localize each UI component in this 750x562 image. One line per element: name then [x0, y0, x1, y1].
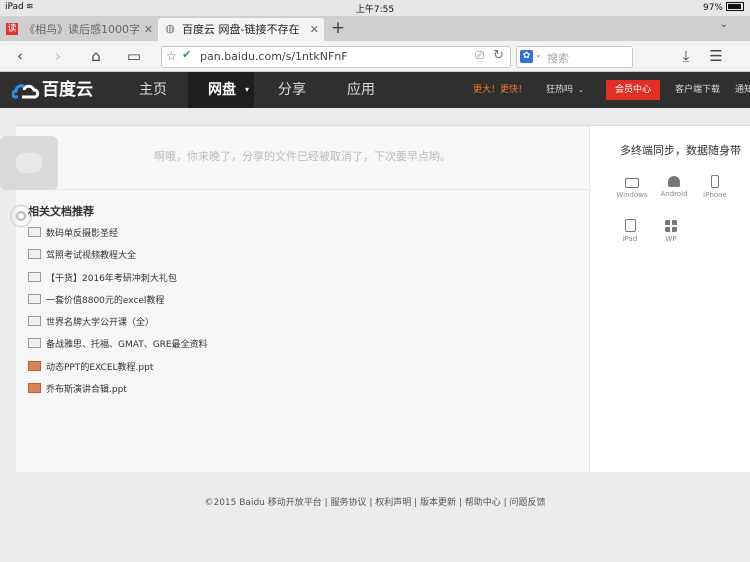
nav-apps[interactable]: 应用 [330, 72, 392, 108]
main-column: 啊哦，你来晚了，分享的文件已经被取消了，下次要早点哟。 相关文档推荐 数码单反摄… [16, 126, 590, 472]
list-item[interactable]: 备战雅思、托福、GMAT、GRE最全资料 [28, 337, 208, 359]
platform-label: Windows [616, 191, 648, 199]
secure-shield-icon: ✔ [182, 48, 192, 61]
doc-title[interactable]: 世界名牌大学公开课（全） [46, 318, 154, 328]
battery-icon [726, 2, 744, 11]
ppt-file-icon [28, 360, 41, 371]
nav-home[interactable]: 主页 [122, 72, 184, 108]
battery-percent: 97% [702, 3, 723, 13]
platform-ipad[interactable]: iPad [610, 219, 650, 243]
tab-strip: 读 《相鸟》读后感1000字 ✕ ◍ 百度云 网盘-链接不存在 ✕ [0, 16, 750, 41]
platform-android[interactable]: Android [654, 176, 694, 198]
client-download-link[interactable]: 客户端下载 [675, 72, 720, 108]
divider [16, 189, 589, 190]
site-header: 百度云 主页 网盘 ▾ 分享 应用 更大！更快！ 狂热吗 ⌄ 会员中心 客户端下载 … [0, 72, 750, 108]
list-item[interactable]: 动态PPT的EXCEL教程.ppt [28, 360, 208, 382]
document-icon [28, 249, 41, 260]
platform-label: Android [660, 190, 688, 198]
ppt-file-icon [28, 383, 41, 394]
clock: 上午7:55 [355, 5, 395, 15]
hot-chevron-icon: ⌄ [578, 86, 584, 94]
cloud-logo-icon [12, 84, 40, 99]
url-text[interactable]: pan.baidu.com/s/1ntkNFnF [200, 50, 348, 63]
doc-title[interactable]: 乔布斯演讲合辑.ppt [46, 385, 127, 395]
globe-icon: ◍ [165, 22, 175, 35]
search-box[interactable]: ✿ ⌄ 搜索 [516, 46, 633, 68]
back-button[interactable]: ‹ [10, 46, 30, 66]
forward-button[interactable]: › [48, 46, 68, 66]
close-tab-icon[interactable]: ✕ [144, 18, 153, 41]
tab-title: 百度云 网盘-链接不存在 [182, 23, 300, 36]
share-cancelled-message: 啊哦，你来晚了，分享的文件已经被取消了，下次要早点哟。 [154, 150, 451, 163]
hot-dropdown[interactable]: 狂热吗 ⌄ [546, 72, 584, 108]
related-docs-list: 数码单反摄影圣经 驾照考试视频教程大全 【干货】2016年考研冲刺大礼包 一套价… [28, 226, 208, 404]
platform-label: iPhone [703, 191, 727, 199]
iphone-icon [711, 175, 719, 188]
qr-scan-icon[interactable]: ⎚ [475, 49, 484, 63]
document-icon [28, 316, 41, 327]
floating-ring-icon[interactable] [10, 205, 32, 227]
content-panel: 啊哦，你来晚了，分享的文件已经被取消了，下次要早点哟。 相关文档推荐 数码单反摄… [16, 125, 750, 472]
search-engine-chevron-icon[interactable]: ⌄ [535, 50, 542, 59]
doc-title[interactable]: 一套价值8800元的excel教程 [46, 296, 164, 306]
hot-label: 狂热吗 [546, 85, 574, 95]
logo-text: 百度云 [42, 80, 93, 100]
nav-share[interactable]: 分享 [260, 72, 324, 108]
tab-baidu-pan[interactable]: ◍ 百度云 网盘-链接不存在 ✕ [158, 18, 324, 41]
monitor-icon [625, 178, 639, 188]
sync-sidebar: 多终端同步，数据随身带 Windows Android iPhone iPad … [590, 126, 750, 472]
tab-book-review[interactable]: 读 《相鸟》读后感1000字 ✕ [0, 18, 158, 41]
browser-toolbar: ‹ › ⌂ ▭ ☆ ✔ pan.baidu.com/s/1ntkNFnF ⎚ ↻… [0, 41, 750, 72]
list-item[interactable]: 【干货】2016年考研冲刺大礼包 [28, 271, 208, 293]
platform-windows[interactable]: Windows [612, 178, 652, 199]
platform-label: WP [665, 235, 677, 243]
list-item[interactable]: 驾照考试视频教程大全 [28, 248, 208, 270]
download-icon[interactable]: ⤓ [676, 46, 696, 66]
list-item[interactable]: 乔布斯演讲合辑.ppt [28, 382, 208, 404]
nav-pan-label: 网盘 [208, 82, 236, 98]
ipad-icon [624, 219, 636, 232]
document-icon [28, 338, 41, 349]
list-item[interactable]: 数码单反摄影圣经 [28, 226, 208, 248]
doc-title[interactable]: 驾照考试视频教程大全 [46, 251, 136, 261]
close-tab-icon[interactable]: ✕ [310, 18, 319, 41]
battery-indicator: 97% [703, 2, 744, 13]
tab-list-chevron-icon[interactable]: ⌄ [720, 19, 728, 30]
baidu-paw-icon[interactable]: ✿ [520, 50, 533, 63]
platform-wp[interactable]: WP [651, 220, 691, 243]
related-docs-title: 相关文档推荐 [28, 205, 94, 218]
vip-center-button[interactable]: 会员中心 [606, 80, 660, 100]
document-icon [28, 293, 41, 304]
doc-title[interactable]: 备战雅思、托福、GMAT、GRE最全资料 [46, 340, 208, 350]
search-placeholder[interactable]: 搜索 [547, 50, 569, 66]
nav-pan[interactable]: 网盘 ▾ [188, 72, 254, 108]
reload-icon[interactable]: ↻ [493, 48, 504, 63]
list-item[interactable]: 世界名牌大学公开课（全） [28, 315, 208, 337]
menu-icon[interactable]: ☰ [706, 46, 726, 66]
new-tab-button[interactable]: + [328, 16, 348, 40]
status-bar: iPad ≋ 上午7:55 97% [0, 0, 750, 16]
list-item[interactable]: 一套价值8800元的excel教程 [28, 293, 208, 315]
android-icon [668, 176, 680, 187]
reading-site-icon: 读 [6, 23, 18, 35]
document-icon [28, 227, 41, 237]
star-icon[interactable]: ☆ [166, 49, 177, 63]
document-icon [28, 271, 41, 282]
promo-link[interactable]: 更大！更快！ [473, 72, 527, 108]
home-icon[interactable]: ⌂ [86, 46, 106, 66]
sync-title: 多终端同步，数据随身带 [620, 144, 741, 157]
notification-link[interactable]: 通知 [735, 72, 750, 108]
platform-label: iPad [622, 235, 638, 243]
address-bar[interactable]: ☆ ✔ pan.baidu.com/s/1ntkNFnF ⎚ ↻ [161, 46, 511, 68]
windows-phone-icon [665, 220, 677, 232]
floating-assist-button[interactable] [0, 136, 58, 190]
nav-pan-chevron-icon: ▾ [244, 85, 249, 94]
doc-title[interactable]: 【干货】2016年考研冲刺大礼包 [46, 274, 177, 284]
tab-title: 《相鸟》读后感1000字 [24, 23, 140, 36]
doc-title[interactable]: 数码单反摄影圣经 [46, 229, 118, 239]
doc-title[interactable]: 动态PPT的EXCEL教程.ppt [46, 363, 153, 373]
platform-iphone[interactable]: iPhone [695, 175, 735, 199]
footer-links[interactable]: ©2015 Baidu 移动开放平台 | 服务协议 | 权利声明 | 版本更新 … [0, 495, 750, 508]
bookmarks-icon[interactable]: ▭ [124, 46, 144, 66]
